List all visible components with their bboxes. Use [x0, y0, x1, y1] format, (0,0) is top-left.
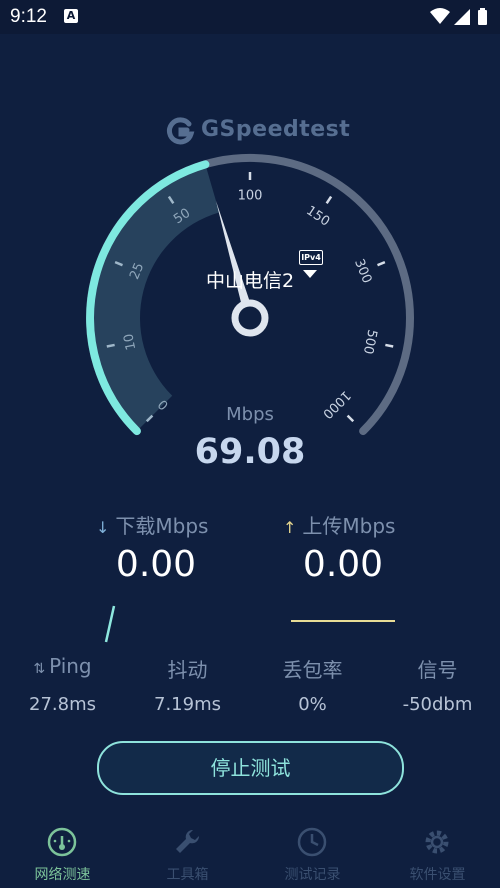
stat-value: 27.8ms — [29, 694, 96, 715]
tab-toolbox[interactable]: 工具箱 — [125, 820, 250, 888]
stat-label: Ping — [49, 654, 92, 678]
server-name-selector[interactable]: 中山电信2 — [206, 266, 294, 293]
signal-icon — [454, 9, 470, 25]
tab-settings[interactable]: 软件设置 — [375, 820, 500, 888]
bottom-tab-bar: 网络测速 工具箱 测试记录 软件设置 — [0, 820, 500, 888]
tab-label: 工具箱 — [166, 867, 209, 883]
gauge-tick — [385, 343, 394, 348]
stat-value: 7.19ms — [154, 694, 221, 715]
gauge-tick-label: 500 — [360, 328, 380, 355]
speed-unit: Mbps — [226, 404, 274, 425]
ipv4-badge: IPv4 — [299, 250, 323, 265]
chevron-down-icon[interactable] — [303, 270, 317, 278]
status-time: 9:12 — [10, 6, 47, 27]
tab-speed-test[interactable]: 网络测速 — [0, 820, 125, 888]
upload-label: ↑ 上传Mbps — [283, 514, 396, 538]
stat-label: 抖动 — [167, 658, 208, 682]
tab-test-history[interactable]: 测试记录 — [250, 820, 375, 888]
gauge-tick — [377, 260, 386, 267]
upload-sparkline — [291, 620, 395, 622]
stat-value: 0% — [298, 694, 327, 715]
clock-icon — [297, 827, 327, 857]
gauge-tick-label: 10 — [121, 332, 139, 351]
wrench-icon — [176, 829, 200, 853]
gauge-tick — [106, 343, 115, 348]
arrow-up-icon: ↑ — [283, 518, 297, 537]
gauge-tick-label: 150 — [303, 203, 332, 229]
stop-test-button[interactable]: 停止测试 — [97, 741, 404, 795]
tab-label: 网络测速 — [34, 867, 91, 883]
status-bar: 9:12 A — [0, 0, 500, 34]
gauge-tick — [325, 195, 333, 204]
upload-value: 0.00 — [302, 544, 384, 585]
logo-icon — [166, 117, 195, 145]
speedometer-icon — [47, 827, 77, 857]
logo-text: GSpeedtest — [201, 117, 351, 142]
stat-value: -50dbm — [402, 694, 473, 715]
speed-value: 69.08 — [194, 432, 306, 472]
download-value: 0.00 — [115, 544, 197, 585]
stat-label: 丢包率 — [282, 658, 343, 682]
gauge-fill-band — [94, 168, 220, 429]
tab-label: 软件设置 — [409, 867, 466, 883]
gauge-tick-label: 300 — [351, 257, 374, 286]
download-sparkline — [104, 605, 116, 643]
battery-icon — [478, 10, 487, 25]
network-stats: ⇅ Ping 27.8ms 抖动 7.19ms 丢包率 0% 信号 -50dbm — [0, 652, 500, 732]
ping-icon: ⇅ — [33, 661, 46, 677]
tab-label: 测试记录 — [284, 867, 341, 883]
arrow-down-icon: ↓ — [96, 518, 110, 537]
gear-icon — [425, 830, 449, 854]
status-icons — [430, 8, 487, 25]
stat-label: 信号 — [417, 658, 458, 682]
gauge-hub — [231, 299, 269, 337]
gauge-tick-label: 100 — [238, 189, 263, 204]
a-icon: A — [64, 9, 78, 23]
wifi-icon — [430, 8, 450, 24]
download-label: ↓ 下载Mbps — [96, 514, 209, 538]
